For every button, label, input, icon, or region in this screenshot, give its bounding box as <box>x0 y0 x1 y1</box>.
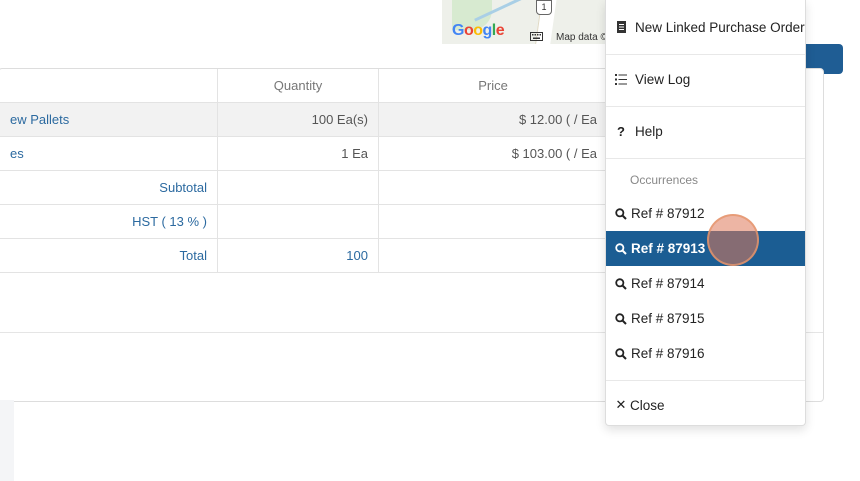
subtotal-row: Subtotal <box>0 170 608 205</box>
search-icon <box>615 277 627 290</box>
search-icon <box>615 207 627 220</box>
table-header-row: Quantity Price <box>0 69 608 103</box>
search-icon <box>615 312 627 325</box>
line-items-table: Quantity Price ew Pallets 100 Ea(s) $ 12… <box>0 69 608 273</box>
click-indicator <box>707 214 759 266</box>
quantity-cell: 1 Ea <box>217 136 379 171</box>
item-name-link[interactable]: es <box>0 136 218 171</box>
occurrence-label: Ref # 87913 <box>631 241 706 256</box>
occurrence-item-87913[interactable]: Ref # 87913 <box>606 231 805 266</box>
menu-item-label: New Linked Purchase Order <box>635 19 805 35</box>
occurrence-label: Ref # 87915 <box>631 311 705 326</box>
table-row[interactable]: es 1 Ea $ 103.00 ( / Ea <box>0 136 608 171</box>
occurrence-item-87915[interactable]: Ref # 87915 <box>606 301 805 336</box>
menu-divider <box>606 380 805 381</box>
menu-divider <box>606 106 805 107</box>
document-icon <box>615 21 627 33</box>
tax-price <box>378 204 608 239</box>
map-thumbnail[interactable]: 1 Google Map data © <box>442 0 612 44</box>
menu-item-close[interactable]: ✕ Close <box>606 388 805 422</box>
occurrence-label: Ref # 87914 <box>631 276 705 291</box>
total-label: Total <box>0 238 218 273</box>
search-icon <box>615 347 627 360</box>
menu-item-new-linked-purchase-order[interactable]: New Linked Purchase Order <box>606 10 805 44</box>
item-column-header <box>0 69 218 103</box>
occurrence-label: Ref # 87912 <box>631 206 705 221</box>
total-quantity: 100 <box>217 238 379 273</box>
price-column-header: Price <box>378 69 608 103</box>
menu-divider <box>606 158 805 159</box>
map-attribution[interactable]: Map data © <box>556 32 608 43</box>
table-row[interactable]: ew Pallets 100 Ea(s) $ 12.00 ( / Ea <box>0 102 608 137</box>
question-icon: ? <box>617 123 625 139</box>
occurrence-item-87914[interactable]: Ref # 87914 <box>606 266 805 301</box>
left-scroll-strip <box>0 400 14 481</box>
search-icon <box>615 242 627 255</box>
menu-item-label: View Log <box>635 71 691 87</box>
subtotal-quantity <box>217 170 379 205</box>
menu-divider <box>606 54 805 55</box>
tax-quantity <box>217 204 379 239</box>
menu-item-label: Close <box>630 397 665 413</box>
google-logo: Google <box>452 22 505 39</box>
price-cell: $ 12.00 ( / Ea <box>378 102 608 137</box>
quantity-column-header: Quantity <box>217 69 379 103</box>
occurrence-item-87916[interactable]: Ref # 87916 <box>606 336 805 371</box>
price-cell: $ 103.00 ( / Ea <box>378 136 608 171</box>
list-icon <box>615 73 627 85</box>
keyboard-icon[interactable] <box>530 32 543 44</box>
tax-row: HST ( 13 % ) <box>0 204 608 239</box>
subtotal-price <box>378 170 608 205</box>
menu-item-help[interactable]: ? Help <box>606 114 805 148</box>
occurrence-item-87912[interactable]: Ref # 87912 <box>606 196 805 231</box>
subtotal-label: Subtotal <box>0 170 218 205</box>
close-icon: ✕ <box>615 397 627 412</box>
tax-label: HST ( 13 % ) <box>0 204 218 239</box>
route-shield-icon: 1 <box>536 0 552 15</box>
total-row: Total 100 <box>0 238 608 273</box>
item-name-link[interactable]: ew Pallets <box>0 102 218 137</box>
total-price <box>378 238 608 273</box>
menu-item-view-log[interactable]: View Log <box>606 62 805 96</box>
quantity-cell: 100 Ea(s) <box>217 102 379 137</box>
occurrence-label: Ref # 87916 <box>631 346 705 361</box>
menu-item-label: Help <box>635 123 663 139</box>
actions-dropdown-menu: New Linked Purchase Order View Log ? Hel… <box>605 0 806 426</box>
occurrences-header: Occurrences <box>630 173 699 187</box>
